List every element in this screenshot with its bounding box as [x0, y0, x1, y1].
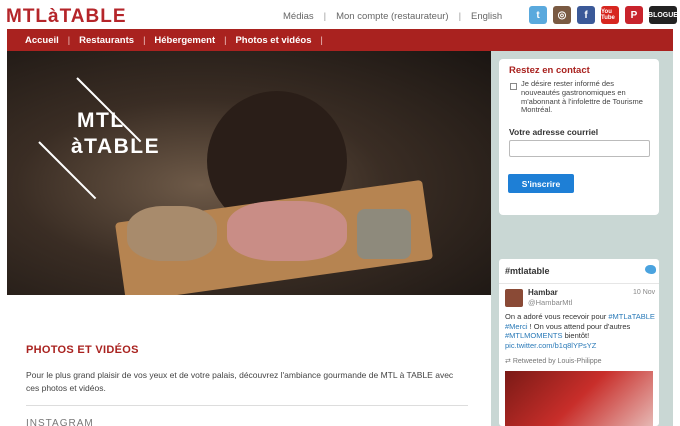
youtube-icon[interactable]: You Tube — [601, 6, 619, 24]
subscribe-button[interactable]: S'inscrire — [508, 174, 574, 193]
tweet-text-part: bientôt! — [562, 331, 590, 340]
main-nav: Accueil | Restaurants | Hébergement | Ph… — [7, 29, 673, 51]
tweet-media-image[interactable] — [505, 371, 653, 426]
twitter-icon[interactable]: t — [529, 6, 547, 24]
social-links: t ◎ f You Tube P BLOGUE — [529, 6, 678, 24]
facebook-icon[interactable]: f — [577, 6, 595, 24]
nav-item-photos-videos[interactable]: Photos et vidéos — [235, 35, 311, 46]
email-label: Votre adresse courriel — [509, 127, 599, 137]
blog-icon[interactable]: BLOGUE — [648, 6, 678, 24]
tweet-author-name[interactable]: Hambar — [528, 288, 558, 297]
twitter-widget: #mtlatable Hambar @HambarMtl 10 Nov On a… — [499, 259, 659, 426]
hero-logo-line1: MTL — [77, 109, 125, 132]
site-logo[interactable]: MTLàTABLE — [6, 6, 127, 28]
top-link-account[interactable]: Mon compte (restaurateur) — [336, 11, 448, 22]
tweet-avatar[interactable] — [505, 289, 523, 307]
tweet-text: On a adoré vous recevoir pour #MTLaTABLE… — [505, 312, 655, 350]
top-links: Médias | Mon compte (restaurateur) | Eng… — [283, 11, 502, 22]
separator: | — [224, 35, 227, 45]
divider — [499, 283, 659, 284]
twitter-bird-icon — [645, 265, 656, 274]
retweet-icon: ⇄ — [505, 358, 513, 365]
hero-image: MTL àTABLE — [7, 51, 491, 295]
divider — [26, 405, 468, 406]
tweet-hashtag[interactable]: #MTLMOMENTS — [505, 331, 563, 340]
separator: | — [143, 35, 146, 45]
page-intro: Pour le plus grand plaisir de vos yeux e… — [26, 370, 454, 393]
separator: | — [320, 35, 323, 45]
separator: | — [458, 11, 462, 22]
tweet-link[interactable]: pic.twitter.com/b1q8lYPsYZ — [505, 341, 596, 350]
tweet-date[interactable]: 10 Nov — [633, 289, 655, 296]
hero-logo-line2: àTABLE — [71, 135, 161, 158]
hero-food-shape — [227, 201, 347, 261]
hero-logo: MTL àTABLE — [38, 77, 159, 200]
section-title-instagram: INSTAGRAM — [26, 418, 94, 426]
separator: | — [323, 11, 327, 22]
page-title: PHOTOS ET VIDÉOS — [26, 344, 139, 356]
hero-food-shape — [127, 206, 217, 261]
tweet-hashtag[interactable]: #MTLaTABLE — [608, 312, 655, 321]
instagram-icon[interactable]: ◎ — [553, 6, 571, 24]
hero-jar-shape — [357, 209, 411, 259]
pinterest-icon[interactable]: P — [625, 6, 643, 24]
tweet-text-part: On a adoré vous recevoir pour — [505, 312, 609, 321]
email-field[interactable] — [509, 140, 650, 157]
newsletter-checkbox-label: Je désire rester informé des nouveautés … — [521, 79, 643, 115]
tweet-author-handle[interactable]: @HambarMtl — [528, 298, 572, 307]
top-link-medias[interactable]: Médias — [283, 11, 314, 22]
tweet-retweet-info: ⇄ Retweeted by Louis-Philippe — [505, 357, 602, 365]
newsletter-title: Restez en contact — [509, 65, 590, 76]
nav-item-restaurants[interactable]: Restaurants — [79, 35, 134, 46]
newsletter-checkbox[interactable] — [510, 83, 517, 90]
tweet-retweet-label: Retweeted by Louis-Philippe — [512, 358, 602, 365]
newsletter-box: Restez en contact Je désire rester infor… — [499, 59, 659, 215]
tweet-hashtag[interactable]: #Merci — [505, 322, 528, 331]
separator: | — [67, 35, 71, 45]
nav-item-hebergement[interactable]: Hébergement — [154, 35, 215, 46]
top-link-english[interactable]: English — [471, 11, 502, 22]
nav-item-accueil[interactable]: Accueil — [25, 35, 59, 46]
tweet-text-part: ! On vous attend pour d'autres — [527, 321, 631, 331]
twitter-widget-title[interactable]: #mtlatable — [505, 266, 550, 276]
